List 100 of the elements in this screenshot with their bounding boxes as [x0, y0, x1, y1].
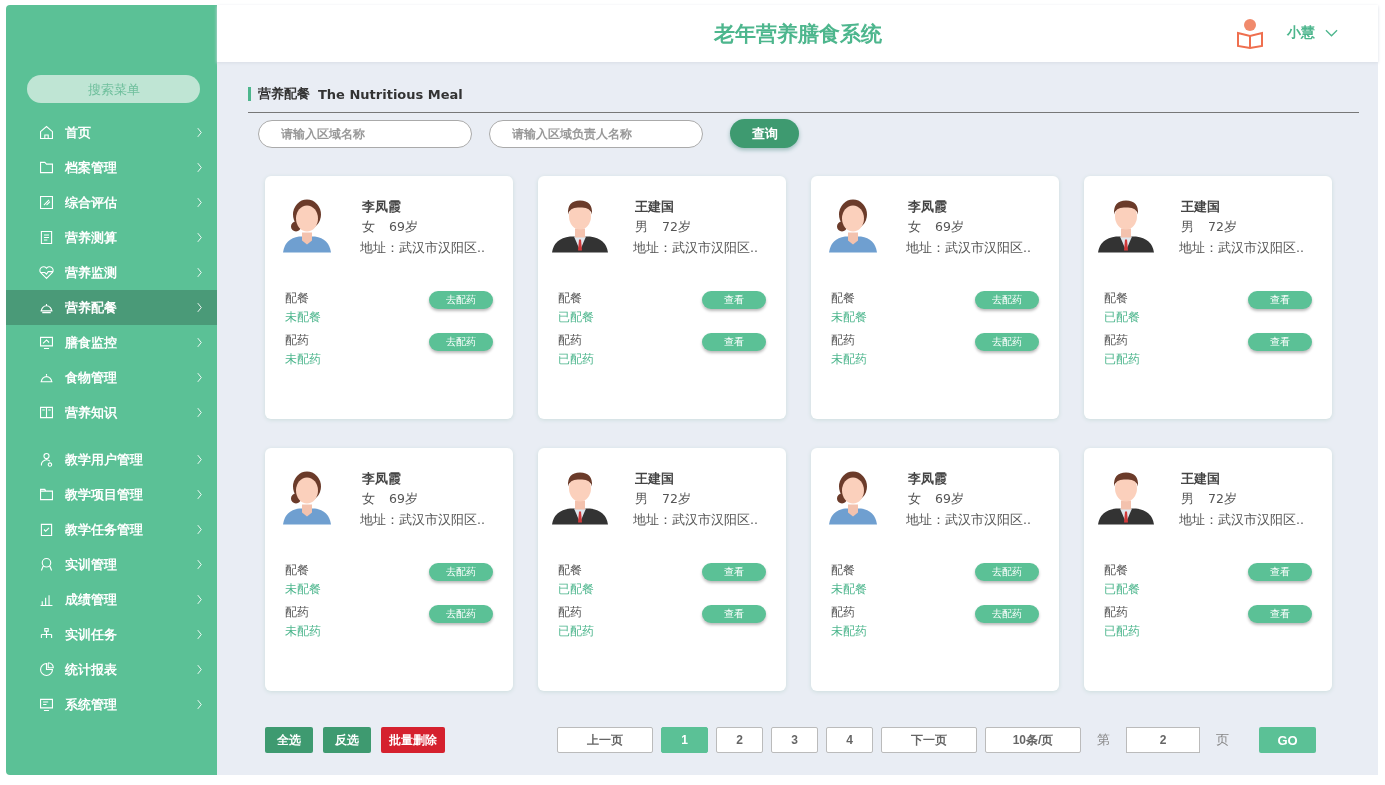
sidebar-item[interactable]: 成绩管理 — [6, 582, 217, 617]
sidebar-item[interactable]: 统计报表 — [6, 652, 217, 687]
chevron-icon — [196, 489, 203, 500]
select-button[interactable]: 全选 — [265, 727, 313, 753]
meal-label: 配餐 — [831, 290, 856, 307]
chevron-icon — [196, 302, 203, 313]
user-icon — [38, 451, 55, 468]
action-button[interactable]: 去配药 — [429, 605, 493, 623]
action-button[interactable]: 去配药 — [429, 563, 493, 581]
action-button[interactable]: 查看 — [1248, 291, 1312, 309]
sidebar-item[interactable]: 教学任务管理 — [6, 512, 217, 547]
batch-delete-button[interactable]: 批量删除 — [381, 727, 445, 753]
action-button[interactable]: 查看 — [1248, 563, 1312, 581]
patient-name: 李凤霞 — [362, 471, 402, 488]
screen-icon — [38, 696, 55, 713]
medicine-label: 配药 — [1104, 332, 1129, 349]
chevron-icon — [196, 594, 203, 605]
go-button[interactable]: GO — [1259, 727, 1316, 753]
patient-gender: 女 — [908, 219, 921, 236]
action-button[interactable]: 查看 — [702, 333, 766, 351]
sidebar-item[interactable]: 综合评估 — [6, 185, 217, 220]
sidebar-item[interactable]: 档案管理 — [6, 150, 217, 185]
heart-icon — [38, 264, 55, 281]
action-button[interactable]: 去配药 — [429, 333, 493, 351]
region-field[interactable]: 请输入区域名称 — [258, 119, 472, 148]
patient-age: 72岁 — [1208, 219, 1237, 236]
page-button[interactable]: 3 — [771, 727, 818, 753]
sidebar-item[interactable]: 首页 — [6, 115, 217, 150]
page-size-select[interactable]: 10条/页 — [985, 727, 1081, 753]
action-button[interactable]: 查看 — [1248, 605, 1312, 623]
patient-name: 王建国 — [1181, 199, 1221, 216]
meal-label: 配餐 — [558, 290, 583, 307]
page-button[interactable]: 1 — [661, 727, 708, 753]
chevron-icon — [196, 197, 203, 208]
chevron-icon — [196, 699, 203, 710]
patient-address: 地址：武汉市汉阳区.. — [906, 240, 1031, 257]
medicine-label: 配药 — [285, 604, 310, 621]
sidebar-item[interactable]: 教学项目管理 — [6, 477, 217, 512]
clipboard-icon — [38, 229, 55, 246]
chevron-icon — [196, 372, 203, 383]
chevron-icon — [196, 664, 203, 675]
meal-label: 配餐 — [285, 290, 310, 307]
patient-name: 李凤霞 — [908, 199, 948, 216]
patient-name: 李凤霞 — [908, 471, 948, 488]
prev-page-button[interactable]: 上一页 — [557, 727, 653, 753]
patient-age: 72岁 — [662, 491, 691, 508]
action-button[interactable]: 去配药 — [975, 333, 1039, 351]
patient-address: 地址：武汉市汉阳区.. — [1179, 512, 1304, 529]
page-button[interactable]: 2 — [716, 727, 763, 753]
sidebar-item[interactable]: 营养知识 — [6, 395, 217, 430]
action-button[interactable]: 查看 — [702, 291, 766, 309]
meal-label: 配餐 — [558, 562, 583, 579]
patient-gender: 女 — [908, 491, 921, 508]
sidebar-item[interactable]: 实训管理 — [6, 547, 217, 582]
patient-name: 王建国 — [1181, 471, 1221, 488]
dropdown-icon[interactable] — [1325, 29, 1338, 37]
meal-status: 已配餐 — [1104, 581, 1140, 598]
patient-age: 69岁 — [389, 491, 418, 508]
sidebar-item[interactable]: 膳食监控 — [6, 325, 217, 360]
sidebar-item[interactable]: 营养配餐 — [6, 290, 217, 325]
home-icon — [38, 124, 55, 141]
action-button[interactable]: 去配药 — [975, 563, 1039, 581]
book-icon — [38, 404, 55, 421]
patient-address: 地址：武汉市汉阳区.. — [633, 240, 758, 257]
page-button[interactable]: 4 — [826, 727, 873, 753]
action-button[interactable]: 查看 — [702, 563, 766, 581]
next-page-button[interactable]: 下一页 — [881, 727, 977, 753]
medicine-label: 配药 — [558, 604, 583, 621]
sidebar-item[interactable]: 实训任务 — [6, 617, 217, 652]
patient-age: 72岁 — [662, 219, 691, 236]
sidebar-item[interactable]: 营养监测 — [6, 255, 217, 290]
medicine-label: 配药 — [285, 332, 310, 349]
meal-status: 已配餐 — [558, 581, 594, 598]
meal-status: 未配餐 — [285, 581, 321, 598]
query-button[interactable]: 查询 — [730, 119, 799, 148]
action-button[interactable]: 去配药 — [975, 291, 1039, 309]
sidebar-item[interactable]: 营养测算 — [6, 220, 217, 255]
patient-age: 69岁 — [935, 491, 964, 508]
menu-search-field[interactable]: 搜索菜单 — [27, 75, 200, 103]
award-icon — [38, 556, 55, 573]
patient-address: 地址：武汉市汉阳区.. — [360, 240, 485, 257]
medicine-status: 未配药 — [831, 623, 867, 640]
patient-address: 地址：武汉市汉阳区.. — [906, 512, 1031, 529]
sidebar-item[interactable]: 食物管理 — [6, 360, 217, 395]
medicine-status: 未配药 — [285, 351, 321, 368]
sidebar-item[interactable]: 教学用户管理 — [6, 442, 217, 477]
action-button[interactable]: 查看 — [702, 605, 766, 623]
meal-status: 未配餐 — [831, 581, 867, 598]
sidebar-item[interactable]: 系统管理 — [6, 687, 217, 722]
user-name[interactable]: 小慧 — [1287, 24, 1315, 42]
patient-address: 地址：武汉市汉阳区.. — [1179, 240, 1304, 257]
select-button[interactable]: 反选 — [323, 727, 371, 753]
meal-label: 配餐 — [285, 562, 310, 579]
patient-name: 王建国 — [635, 199, 675, 216]
action-button[interactable]: 去配药 — [975, 605, 1039, 623]
manager-field[interactable]: 请输入区域负责人名称 — [489, 119, 703, 148]
action-button[interactable]: 查看 — [1248, 333, 1312, 351]
page-number-field[interactable]: 2 — [1126, 727, 1200, 753]
edit-icon — [38, 194, 55, 211]
action-button[interactable]: 去配药 — [429, 291, 493, 309]
